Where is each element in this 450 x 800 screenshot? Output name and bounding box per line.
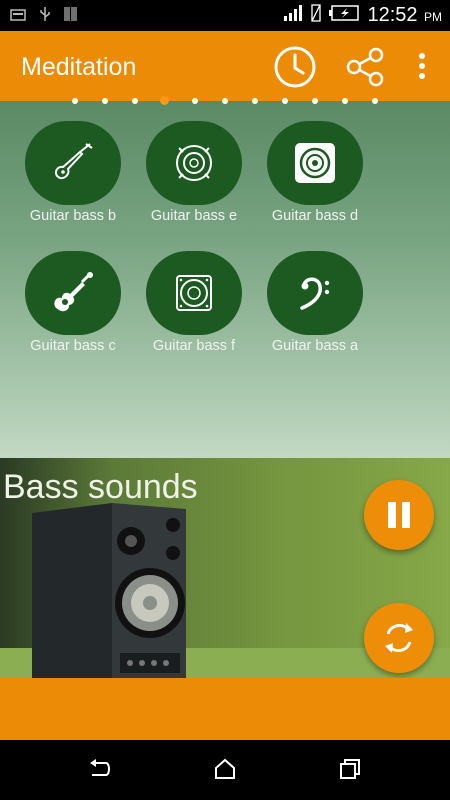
- sound-label: Guitar bass f: [152, 338, 236, 354]
- share-icon[interactable]: [343, 45, 387, 94]
- back-icon[interactable]: [88, 758, 112, 785]
- status-ampm: PM: [424, 10, 442, 24]
- system-nav-bar: [0, 740, 450, 800]
- sound-tile-guitar-bass-b[interactable]: Guitar bass b: [13, 121, 133, 224]
- page-dot[interactable]: [342, 98, 348, 104]
- speaker-ring-icon[interactable]: [146, 121, 242, 205]
- recents-icon[interactable]: [338, 758, 362, 785]
- app-title: Meditation: [21, 53, 137, 81]
- no-sim-icon: [311, 4, 322, 27]
- status-time: 12:52: [367, 4, 418, 26]
- app-bar: Meditation: [0, 31, 450, 101]
- sound-grid: Guitar bass b Guitar bass e Guitar bass …: [0, 101, 450, 458]
- sound-label: Guitar bass a: [271, 338, 359, 354]
- pause-icon: [388, 502, 410, 528]
- page-dot[interactable]: [132, 98, 138, 104]
- usb-icon: [38, 6, 52, 27]
- page-dot[interactable]: [192, 98, 198, 104]
- loop-button[interactable]: [364, 603, 434, 673]
- page-dot[interactable]: [72, 98, 78, 104]
- electric-guitar-icon[interactable]: [25, 121, 121, 205]
- acoustic-guitar-icon[interactable]: [25, 251, 121, 335]
- speaker-box-icon[interactable]: [267, 121, 363, 205]
- speaker-cabinet-image: [32, 503, 186, 678]
- sound-tile-guitar-bass-e[interactable]: Guitar bass e: [134, 121, 254, 224]
- sound-label: Guitar bass d: [271, 208, 359, 224]
- barcode-icon: [64, 6, 78, 27]
- page-dot[interactable]: [312, 98, 318, 104]
- sound-tile-guitar-bass-f[interactable]: Guitar bass f: [134, 251, 254, 354]
- pause-button[interactable]: [364, 480, 434, 550]
- banner-title: Bass sounds: [3, 468, 198, 506]
- timer-icon[interactable]: [273, 45, 317, 94]
- signal-icon: [283, 4, 303, 27]
- loop-icon: [385, 623, 413, 653]
- speaker-square-icon[interactable]: [146, 251, 242, 335]
- status-bar: 12:52 PM: [0, 0, 450, 31]
- page-indicator: [0, 96, 450, 106]
- sound-label: Guitar bass c: [30, 338, 116, 354]
- notification-icon: [10, 8, 26, 26]
- battery-charging-icon: [329, 5, 360, 26]
- page-dot[interactable]: [222, 98, 228, 104]
- page-dot[interactable]: [102, 98, 108, 104]
- sound-label: Guitar bass e: [150, 208, 238, 224]
- sound-label: Guitar bass b: [29, 208, 117, 224]
- sound-tile-guitar-bass-c[interactable]: Guitar bass c: [13, 251, 133, 354]
- bottom-bar: [0, 678, 450, 740]
- page-dot-active[interactable]: [160, 96, 169, 105]
- page-dot[interactable]: [372, 98, 378, 104]
- bass-clef-icon[interactable]: [267, 251, 363, 335]
- page-dot[interactable]: [282, 98, 288, 104]
- sound-tile-guitar-bass-d[interactable]: Guitar bass d: [255, 121, 375, 224]
- home-icon[interactable]: [213, 758, 237, 785]
- more-vert-icon[interactable]: [412, 51, 432, 86]
- sound-tile-guitar-bass-a[interactable]: Guitar bass a: [255, 251, 375, 354]
- page-dot[interactable]: [252, 98, 258, 104]
